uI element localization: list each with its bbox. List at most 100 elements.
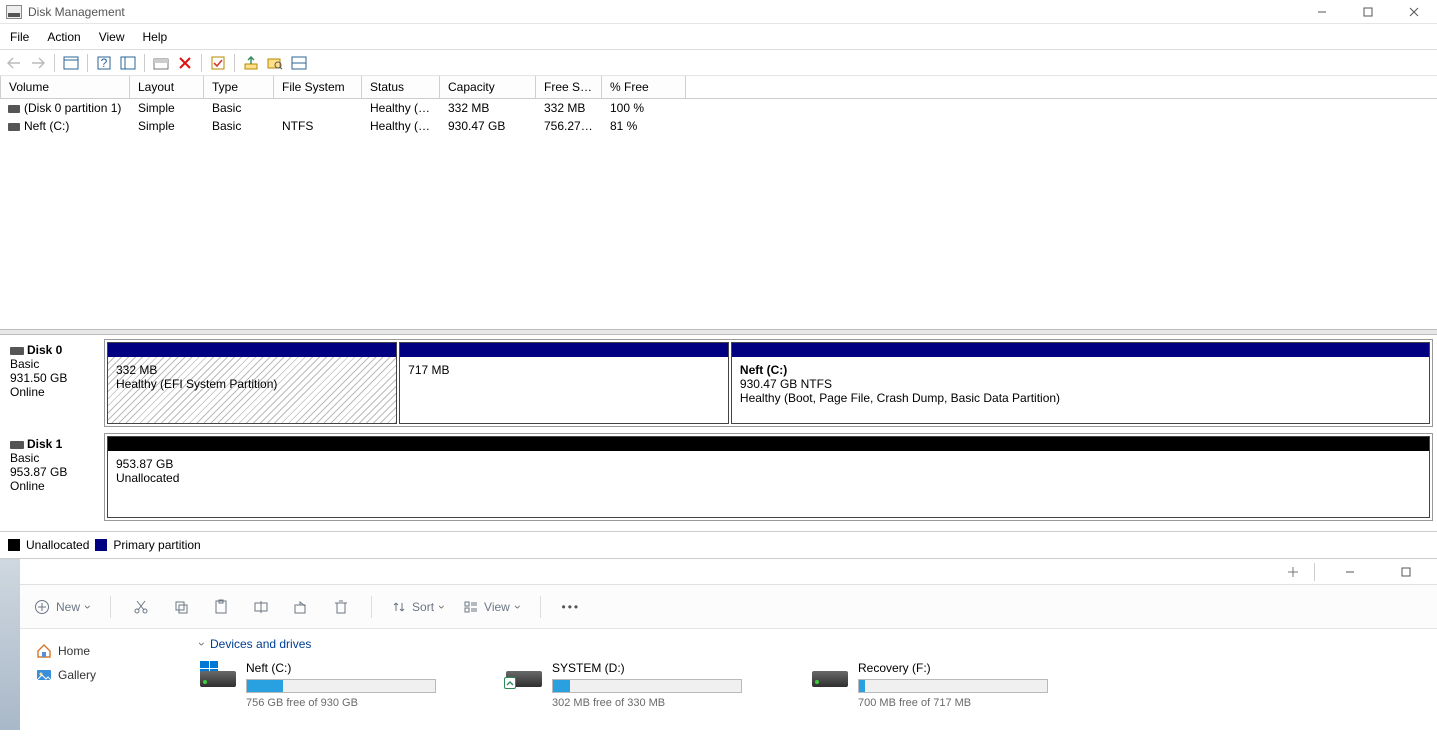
view-label: View <box>484 600 510 614</box>
toolbar-icon-1[interactable] <box>61 53 81 73</box>
chevron-down-icon: › <box>195 642 209 646</box>
partition-body: 717 MB <box>400 357 728 423</box>
delete-button[interactable] <box>331 597 351 617</box>
paste-button[interactable] <box>211 597 231 617</box>
toolbar-separator <box>54 54 55 72</box>
col-file-system[interactable]: File System <box>274 76 362 98</box>
menu-action[interactable]: Action <box>47 30 80 44</box>
volume-row[interactable]: (Disk 0 partition 1)SimpleBasicHealthy (… <box>0 99 1437 117</box>
share-button[interactable] <box>291 597 311 617</box>
explorer-toolbar: New › Sort › View › ••• <box>20 585 1437 629</box>
drive-item[interactable]: SYSTEM (D:)302 MB free of 330 MB <box>506 661 742 709</box>
search-folder-icon[interactable] <box>265 53 285 73</box>
col-volume[interactable]: Volume <box>0 76 130 98</box>
nav-gallery-label: Gallery <box>58 668 96 682</box>
forward-button[interactable] <box>28 53 48 73</box>
explorer-nav: Home Gallery <box>20 629 190 730</box>
menu-view[interactable]: View <box>99 30 125 44</box>
chevron-down-icon: › <box>511 605 525 609</box>
maximize-button[interactable] <box>1345 0 1391 24</box>
toolbar-icon-4[interactable] <box>289 53 309 73</box>
partition[interactable]: 953.87 GBUnallocated <box>107 436 1430 518</box>
separator <box>1314 563 1315 581</box>
close-button[interactable] <box>1391 0 1437 24</box>
toolbar-separator <box>87 54 88 72</box>
drive-item[interactable]: Neft (C:)756 GB free of 930 GB <box>200 661 436 709</box>
toolbar-icon-3[interactable] <box>151 53 171 73</box>
disk-graphical-view: Disk 0Basic931.50 GBOnline332 MBHealthy … <box>0 335 1437 531</box>
drive-item[interactable]: Recovery (F:)700 MB free of 717 MB <box>812 661 1048 709</box>
toolbar-separator <box>144 54 145 72</box>
partition-area: 332 MBHealthy (EFI System Partition)717 … <box>104 339 1433 427</box>
check-icon[interactable] <box>208 53 228 73</box>
drive-usage-bar <box>552 679 742 693</box>
more-button[interactable]: ••• <box>561 597 581 617</box>
col-percent-free[interactable]: % Free <box>602 76 686 98</box>
explorer-maximize-button[interactable] <box>1383 560 1429 584</box>
app-icon <box>6 5 22 19</box>
partition-body: Neft (C:)930.47 GB NTFSHealthy (Boot, Pa… <box>732 357 1429 423</box>
menu-help[interactable]: Help <box>143 30 168 44</box>
menu-file[interactable]: File <box>10 30 29 44</box>
nav-gallery[interactable]: Gallery <box>26 663 184 687</box>
explorer-tabstrip <box>20 559 1437 585</box>
drive-free-text: 302 MB free of 330 MB <box>552 697 742 709</box>
chevron-down-icon: › <box>435 605 449 609</box>
col-layout[interactable]: Layout <box>130 76 204 98</box>
disk-icon <box>10 441 24 449</box>
drive-usage-bar <box>246 679 436 693</box>
drive-icon <box>812 661 848 687</box>
app-title: Disk Management <box>28 5 125 19</box>
back-button[interactable] <box>4 53 24 73</box>
nav-home[interactable]: Home <box>26 639 184 663</box>
disk-info[interactable]: Disk 0Basic931.50 GBOnline <box>4 339 104 427</box>
rename-button[interactable] <box>251 597 271 617</box>
titlebar[interactable]: Disk Management <box>0 0 1437 24</box>
sort-label: Sort <box>412 600 434 614</box>
volume-list[interactable]: (Disk 0 partition 1)SimpleBasicHealthy (… <box>0 99 1437 329</box>
partition[interactable]: 717 MB <box>399 342 729 424</box>
sort-button[interactable]: Sort › <box>392 600 444 614</box>
new-button[interactable]: New › <box>34 599 90 615</box>
partition[interactable]: 332 MBHealthy (EFI System Partition) <box>107 342 397 424</box>
legend-label-unallocated: Unallocated <box>26 538 89 552</box>
svg-text:?: ? <box>101 56 108 70</box>
background-sliver <box>0 559 20 730</box>
separator <box>540 596 541 618</box>
legend-label-primary: Primary partition <box>113 538 200 552</box>
partition-stripe <box>108 437 1429 451</box>
col-type[interactable]: Type <box>204 76 274 98</box>
col-status[interactable]: Status <box>362 76 440 98</box>
legend: Unallocated Primary partition <box>0 531 1437 558</box>
disk-icon <box>10 347 24 355</box>
explorer-minimize-button[interactable] <box>1327 560 1373 584</box>
drive-free-text: 700 MB free of 717 MB <box>858 697 1048 709</box>
share-overlay-icon <box>504 677 516 689</box>
new-tab-button[interactable] <box>1284 563 1302 581</box>
volume-icon <box>8 105 20 113</box>
delete-icon[interactable] <box>175 53 195 73</box>
volume-icon <box>8 123 20 131</box>
chevron-down-icon: › <box>81 605 95 609</box>
toolbar-icon-2[interactable] <box>118 53 138 73</box>
partition[interactable]: Neft (C:)930.47 GB NTFSHealthy (Boot, Pa… <box>731 342 1430 424</box>
new-label: New <box>56 600 80 614</box>
drive-usage-bar <box>858 679 1048 693</box>
col-free-space[interactable]: Free Spa... <box>536 76 602 98</box>
drive-icon <box>506 661 542 687</box>
disk-row: Disk 1Basic953.87 GBOnline953.87 GBUnall… <box>4 433 1433 521</box>
devices-heading[interactable]: › Devices and drives <box>200 637 1427 651</box>
toolbar-separator <box>234 54 235 72</box>
copy-button[interactable] <box>171 597 191 617</box>
minimize-button[interactable] <box>1299 0 1345 24</box>
partition-body: 332 MBHealthy (EFI System Partition) <box>108 357 396 423</box>
view-button[interactable]: View › <box>464 600 520 614</box>
disk-info[interactable]: Disk 1Basic953.87 GBOnline <box>4 433 104 521</box>
upload-icon[interactable] <box>241 53 261 73</box>
cut-button[interactable] <box>131 597 151 617</box>
col-capacity[interactable]: Capacity <box>440 76 536 98</box>
drive-name: Neft (C:) <box>246 661 436 675</box>
volume-row[interactable]: Neft (C:)SimpleBasicNTFSHealthy (B...930… <box>0 117 1437 135</box>
help-icon[interactable]: ? <box>94 53 114 73</box>
explorer-window: New › Sort › View › ••• <box>0 558 1437 730</box>
